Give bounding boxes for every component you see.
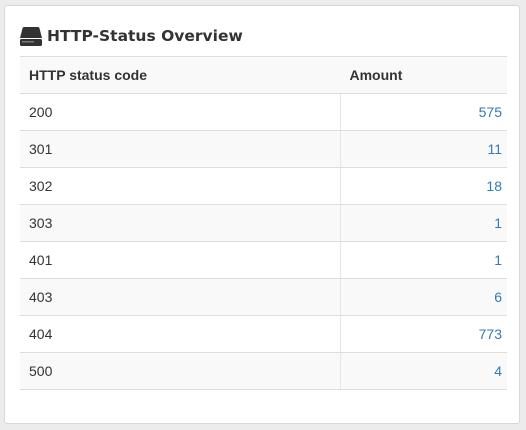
status-code-cell: 403 bbox=[20, 278, 341, 316]
panel-title: HTTP-Status Overview bbox=[47, 27, 243, 45]
status-code-cell: 301 bbox=[20, 130, 341, 168]
amount-link[interactable]: 18 bbox=[340, 167, 507, 205]
http-status-panel: HTTP-Status Overview HTTP status code Am… bbox=[4, 5, 520, 424]
hdd-drive-icon bbox=[19, 25, 43, 47]
amount-link[interactable]: 1 bbox=[340, 241, 507, 279]
status-code-cell: 303 bbox=[20, 204, 341, 242]
table-row: 401 1 bbox=[20, 241, 507, 279]
status-code-cell: 404 bbox=[20, 315, 341, 353]
status-code-cell: 500 bbox=[20, 352, 341, 390]
table-row: 200 575 bbox=[20, 93, 507, 131]
table-header-row: HTTP status code Amount bbox=[20, 56, 507, 94]
status-code-cell: 200 bbox=[20, 93, 341, 131]
amount-link[interactable]: 11 bbox=[340, 130, 507, 168]
column-header-amount: Amount bbox=[340, 56, 507, 94]
http-status-table: HTTP status code Amount 200 575 301 11 3… bbox=[20, 56, 507, 390]
table-row: 403 6 bbox=[20, 278, 507, 316]
status-code-cell: 302 bbox=[20, 167, 341, 205]
amount-link[interactable]: 1 bbox=[340, 204, 507, 242]
amount-link[interactable]: 6 bbox=[340, 278, 507, 316]
amount-link[interactable]: 773 bbox=[340, 315, 507, 353]
amount-link[interactable]: 4 bbox=[340, 352, 507, 390]
amount-link[interactable]: 575 bbox=[340, 93, 507, 131]
table-row: 301 11 bbox=[20, 130, 507, 168]
panel-header: HTTP-Status Overview bbox=[19, 23, 243, 49]
table-row: 404 773 bbox=[20, 315, 507, 353]
column-header-code: HTTP status code bbox=[20, 56, 341, 94]
table-row: 303 1 bbox=[20, 204, 507, 242]
status-code-cell: 401 bbox=[20, 241, 341, 279]
table-row: 500 4 bbox=[20, 352, 507, 390]
table-row: 302 18 bbox=[20, 167, 507, 205]
